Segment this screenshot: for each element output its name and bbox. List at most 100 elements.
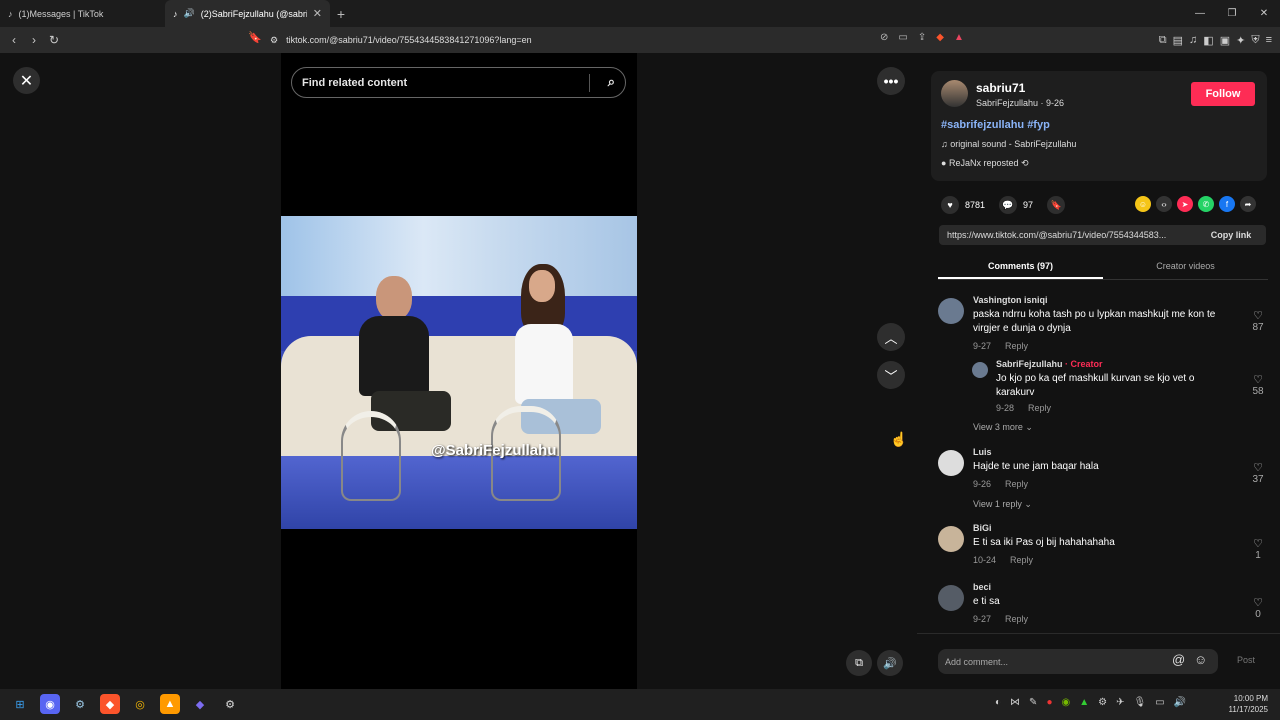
- next-video-button[interactable]: ﹀: [877, 361, 905, 389]
- reply-button[interactable]: Reply: [1005, 341, 1028, 351]
- volume-icon[interactable]: 🔊: [1174, 697, 1186, 708]
- author-username[interactable]: sabriu71: [976, 81, 1025, 95]
- menu-icon[interactable]: ≡: [1266, 34, 1272, 46]
- screen-icon[interactable]: ▭: [898, 32, 907, 43]
- post-button[interactable]: Post: [1237, 655, 1255, 665]
- avatar[interactable]: [938, 526, 964, 552]
- tray-icon[interactable]: ✎: [1029, 697, 1037, 708]
- reply-button[interactable]: Reply: [1010, 555, 1033, 565]
- close-tab-icon[interactable]: ✕: [313, 7, 322, 20]
- comment-like[interactable]: ♡ 37: [1248, 461, 1268, 485]
- network-icon[interactable]: ▭: [1155, 697, 1164, 708]
- system-clock[interactable]: 10:00 PM 11/17/2025: [1229, 693, 1268, 715]
- studio-floor: [281, 456, 637, 529]
- whatsapp-icon[interactable]: ✆: [1198, 196, 1214, 212]
- brave-rewards-icon[interactable]: ▲: [954, 32, 964, 43]
- emoji-icon[interactable]: ☺: [1194, 652, 1207, 667]
- reply-button[interactable]: Reply: [1005, 614, 1028, 624]
- new-tab-button[interactable]: +: [330, 0, 352, 27]
- reader-icon[interactable]: ▤: [1173, 34, 1183, 47]
- sound-link[interactable]: ♫ original sound - SabriFejzullahu: [941, 139, 1076, 149]
- steam-icon[interactable]: ⚙: [70, 694, 90, 714]
- sidebar-icon[interactable]: ◧: [1203, 34, 1213, 47]
- avatar[interactable]: [972, 362, 988, 378]
- volume-button[interactable]: 🔊: [877, 650, 903, 676]
- tray-icon[interactable]: ◐: [995, 697, 1001, 708]
- comment-like[interactable]: ♡ 87: [1248, 309, 1268, 333]
- back-icon[interactable]: ‹: [4, 33, 24, 47]
- app-icon[interactable]: ▲: [160, 694, 180, 714]
- share-arrow-icon[interactable]: ➦: [1240, 196, 1256, 212]
- windows-start-icon[interactable]: ⊞: [10, 694, 30, 714]
- mention-icon[interactable]: @: [1172, 652, 1185, 667]
- reply-button[interactable]: Reply: [1005, 479, 1028, 489]
- close-video-button[interactable]: ✕: [13, 67, 40, 94]
- favorite-button[interactable]: 🔖: [1047, 196, 1066, 214]
- site-info-icon[interactable]: ⚙: [270, 35, 278, 46]
- brave-icon[interactable]: ◆: [100, 694, 120, 714]
- share-icon[interactable]: ⇪: [918, 32, 926, 43]
- like-button[interactable]: ♥ 8781: [941, 196, 985, 214]
- embed-icon[interactable]: ‹›: [1156, 196, 1172, 212]
- tray-icon[interactable]: ●: [1046, 697, 1052, 708]
- browser-tab-video[interactable]: ♪ 🔊 (2)SabriFejzullahu (@sabriu71 ✕: [165, 0, 330, 27]
- mini-player-button[interactable]: ⧉: [846, 650, 872, 676]
- comment-like[interactable]: ♡ 0: [1248, 596, 1268, 620]
- tab-creator-videos[interactable]: Creator videos: [1103, 258, 1268, 279]
- no-tracking-icon[interactable]: ⊘: [880, 32, 888, 43]
- view-more-replies[interactable]: View 3 more ⌄: [973, 422, 1033, 433]
- brave-shield-icon[interactable]: ◆: [936, 32, 944, 43]
- follow-button[interactable]: Follow: [1191, 82, 1255, 106]
- video-link-field[interactable]: https://www.tiktok.com/@sabriu71/video/7…: [939, 225, 1266, 245]
- search-input[interactable]: Find related content ⌕: [291, 67, 626, 98]
- comment-author[interactable]: SabriFejzullahu · Creator: [996, 359, 1103, 369]
- discord-icon[interactable]: ◉: [40, 694, 60, 714]
- send-icon[interactable]: ➤: [1177, 196, 1193, 212]
- minimize-icon[interactable]: —: [1184, 0, 1216, 27]
- avatar[interactable]: [938, 298, 964, 324]
- wallet-icon[interactable]: ▣: [1220, 34, 1230, 47]
- tray-icon[interactable]: ✈: [1116, 697, 1124, 708]
- avatar[interactable]: [938, 585, 964, 611]
- search-icon[interactable]: ⌕: [608, 74, 615, 90]
- video-player[interactable]: Find related content ⌕ @SabriFejzullahu: [281, 53, 637, 689]
- avatar[interactable]: [941, 80, 968, 107]
- close-window-icon[interactable]: ✕: [1248, 0, 1280, 27]
- comment-like[interactable]: ♡ 58: [1248, 373, 1268, 397]
- reload-icon[interactable]: ↻: [44, 33, 64, 47]
- chrome-icon[interactable]: ◎: [130, 694, 150, 714]
- app-icon[interactable]: ⚙: [220, 694, 240, 714]
- extensions-icon[interactable]: ⧉: [1159, 34, 1167, 47]
- leo-icon[interactable]: ✦: [1236, 34, 1245, 47]
- more-options-button[interactable]: •••: [877, 67, 905, 95]
- hashtag-text[interactable]: #sabrifejzullahu #fyp: [941, 119, 1050, 131]
- comment-author[interactable]: Luis: [973, 447, 992, 457]
- restore-icon[interactable]: ❐: [1216, 0, 1248, 27]
- forward-icon[interactable]: ›: [24, 33, 44, 47]
- facebook-icon[interactable]: f: [1219, 196, 1235, 212]
- vpn-icon[interactable]: ⛨: [1251, 34, 1259, 47]
- avatar[interactable]: [938, 450, 964, 476]
- copy-link-button[interactable]: Copy link: [1196, 225, 1266, 245]
- previous-video-button[interactable]: ︿: [877, 323, 905, 351]
- browser-tab-messages[interactable]: ♪ (1)Messages | TikTok: [0, 0, 165, 27]
- comment-author[interactable]: BiGi: [973, 523, 992, 533]
- comment-like[interactable]: ♡ 1: [1248, 537, 1268, 561]
- tray-icon[interactable]: ⋈: [1010, 697, 1020, 708]
- reply-button[interactable]: Reply: [1028, 403, 1051, 413]
- microphone-icon[interactable]: 🎙: [1133, 697, 1146, 708]
- video-frame[interactable]: @SabriFejzullahu: [281, 216, 637, 529]
- music-icon[interactable]: ♫: [1189, 34, 1197, 46]
- view-replies[interactable]: View 1 reply ⌄: [973, 499, 1032, 510]
- bookmark-icon[interactable]: 🔖: [248, 31, 262, 44]
- nvidia-icon[interactable]: ◉: [1061, 697, 1070, 708]
- steam-tray-icon[interactable]: ⚙: [1098, 697, 1107, 708]
- friends-icon[interactable]: ☺: [1135, 196, 1151, 212]
- comment-author[interactable]: beci: [973, 582, 991, 592]
- hashtags[interactable]: #sabrifejzullahu #fyp: [941, 119, 1050, 131]
- tray-icon[interactable]: ▲: [1079, 697, 1089, 708]
- app-icon[interactable]: ◆: [190, 694, 210, 714]
- comment-author[interactable]: Vashington isniqi: [973, 295, 1048, 305]
- comment-button[interactable]: 💬 97: [999, 196, 1033, 214]
- tab-comments[interactable]: Comments (97): [938, 258, 1103, 279]
